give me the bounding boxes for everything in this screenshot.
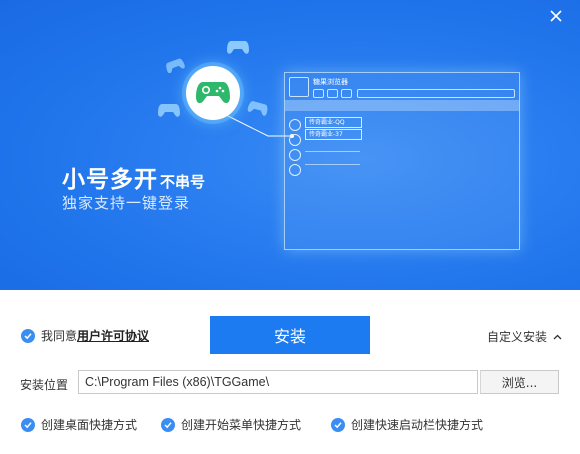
agreement-checkbox[interactable] bbox=[21, 328, 35, 343]
browser-illustration: 糖果浏览器 传奇霸业-QQ 传奇霸业-37 bbox=[284, 72, 520, 250]
start-menu-shortcut-checkbox[interactable] bbox=[161, 417, 175, 432]
start-menu-shortcut-label: 创建开始菜单快捷方式 bbox=[181, 418, 302, 432]
toolbar-button bbox=[327, 89, 338, 98]
license-link[interactable]: 用户许可协议 bbox=[77, 327, 149, 344]
install-path-input[interactable] bbox=[78, 370, 478, 394]
install-path-label: 安装位置 bbox=[20, 378, 69, 392]
check-icon bbox=[24, 332, 32, 339]
avatar bbox=[289, 164, 301, 176]
avatar bbox=[289, 119, 301, 131]
check-icon bbox=[334, 421, 342, 428]
divider bbox=[305, 151, 360, 152]
quick-launch-shortcut-option[interactable]: 创建快速启动栏快捷方式 bbox=[331, 416, 483, 433]
account-item: 传奇霸业-37 bbox=[305, 129, 362, 140]
start-menu-shortcut-option[interactable]: 创建开始菜单快捷方式 bbox=[161, 416, 301, 433]
avatar bbox=[289, 134, 301, 146]
toolbar-button bbox=[341, 89, 352, 98]
desktop-shortcut-checkbox[interactable] bbox=[21, 417, 35, 432]
custom-install-toggle[interactable]: 自定义安装 bbox=[487, 328, 562, 345]
address-bar bbox=[357, 89, 515, 98]
tab-bar bbox=[285, 100, 519, 111]
avatar bbox=[289, 149, 301, 161]
browse-button[interactable]: 浏览... bbox=[480, 370, 559, 394]
check-icon bbox=[164, 421, 172, 428]
browser-title: 糖果浏览器 bbox=[313, 78, 348, 86]
banner: 小号多开 不串号 独家支持一键登录 糖果浏览器 传奇霸业-QQ 传奇霸业-37 bbox=[0, 0, 580, 290]
desktop-shortcut-option[interactable]: 创建桌面快捷方式 bbox=[21, 416, 137, 433]
gamepad-logo bbox=[186, 66, 240, 120]
chevron-up-icon bbox=[553, 334, 562, 339]
account-item: 传奇霸业-QQ bbox=[305, 117, 362, 128]
browser-logo bbox=[289, 77, 309, 97]
toolbar-button bbox=[313, 89, 324, 98]
subheadline: 独家支持一键登录 bbox=[62, 194, 191, 212]
quick-launch-shortcut-label: 创建快速启动栏快捷方式 bbox=[351, 418, 484, 432]
custom-install-label: 自定义安装 bbox=[487, 330, 548, 344]
check-icon bbox=[24, 421, 32, 428]
agreement-text: 我同意 bbox=[41, 329, 78, 343]
headline-main: 小号多开 bbox=[62, 167, 158, 193]
agreement-row: 我同意 用户许可协议 bbox=[21, 327, 149, 344]
install-button[interactable]: 安装 bbox=[210, 316, 370, 354]
desktop-shortcut-label: 创建桌面快捷方式 bbox=[41, 418, 138, 432]
headline-tag: 不串号 bbox=[160, 173, 206, 191]
headline: 小号多开 不串号 bbox=[62, 160, 205, 194]
quick-launch-shortcut-checkbox[interactable] bbox=[331, 417, 345, 432]
gamepad-icon bbox=[196, 82, 230, 104]
divider bbox=[305, 164, 360, 165]
